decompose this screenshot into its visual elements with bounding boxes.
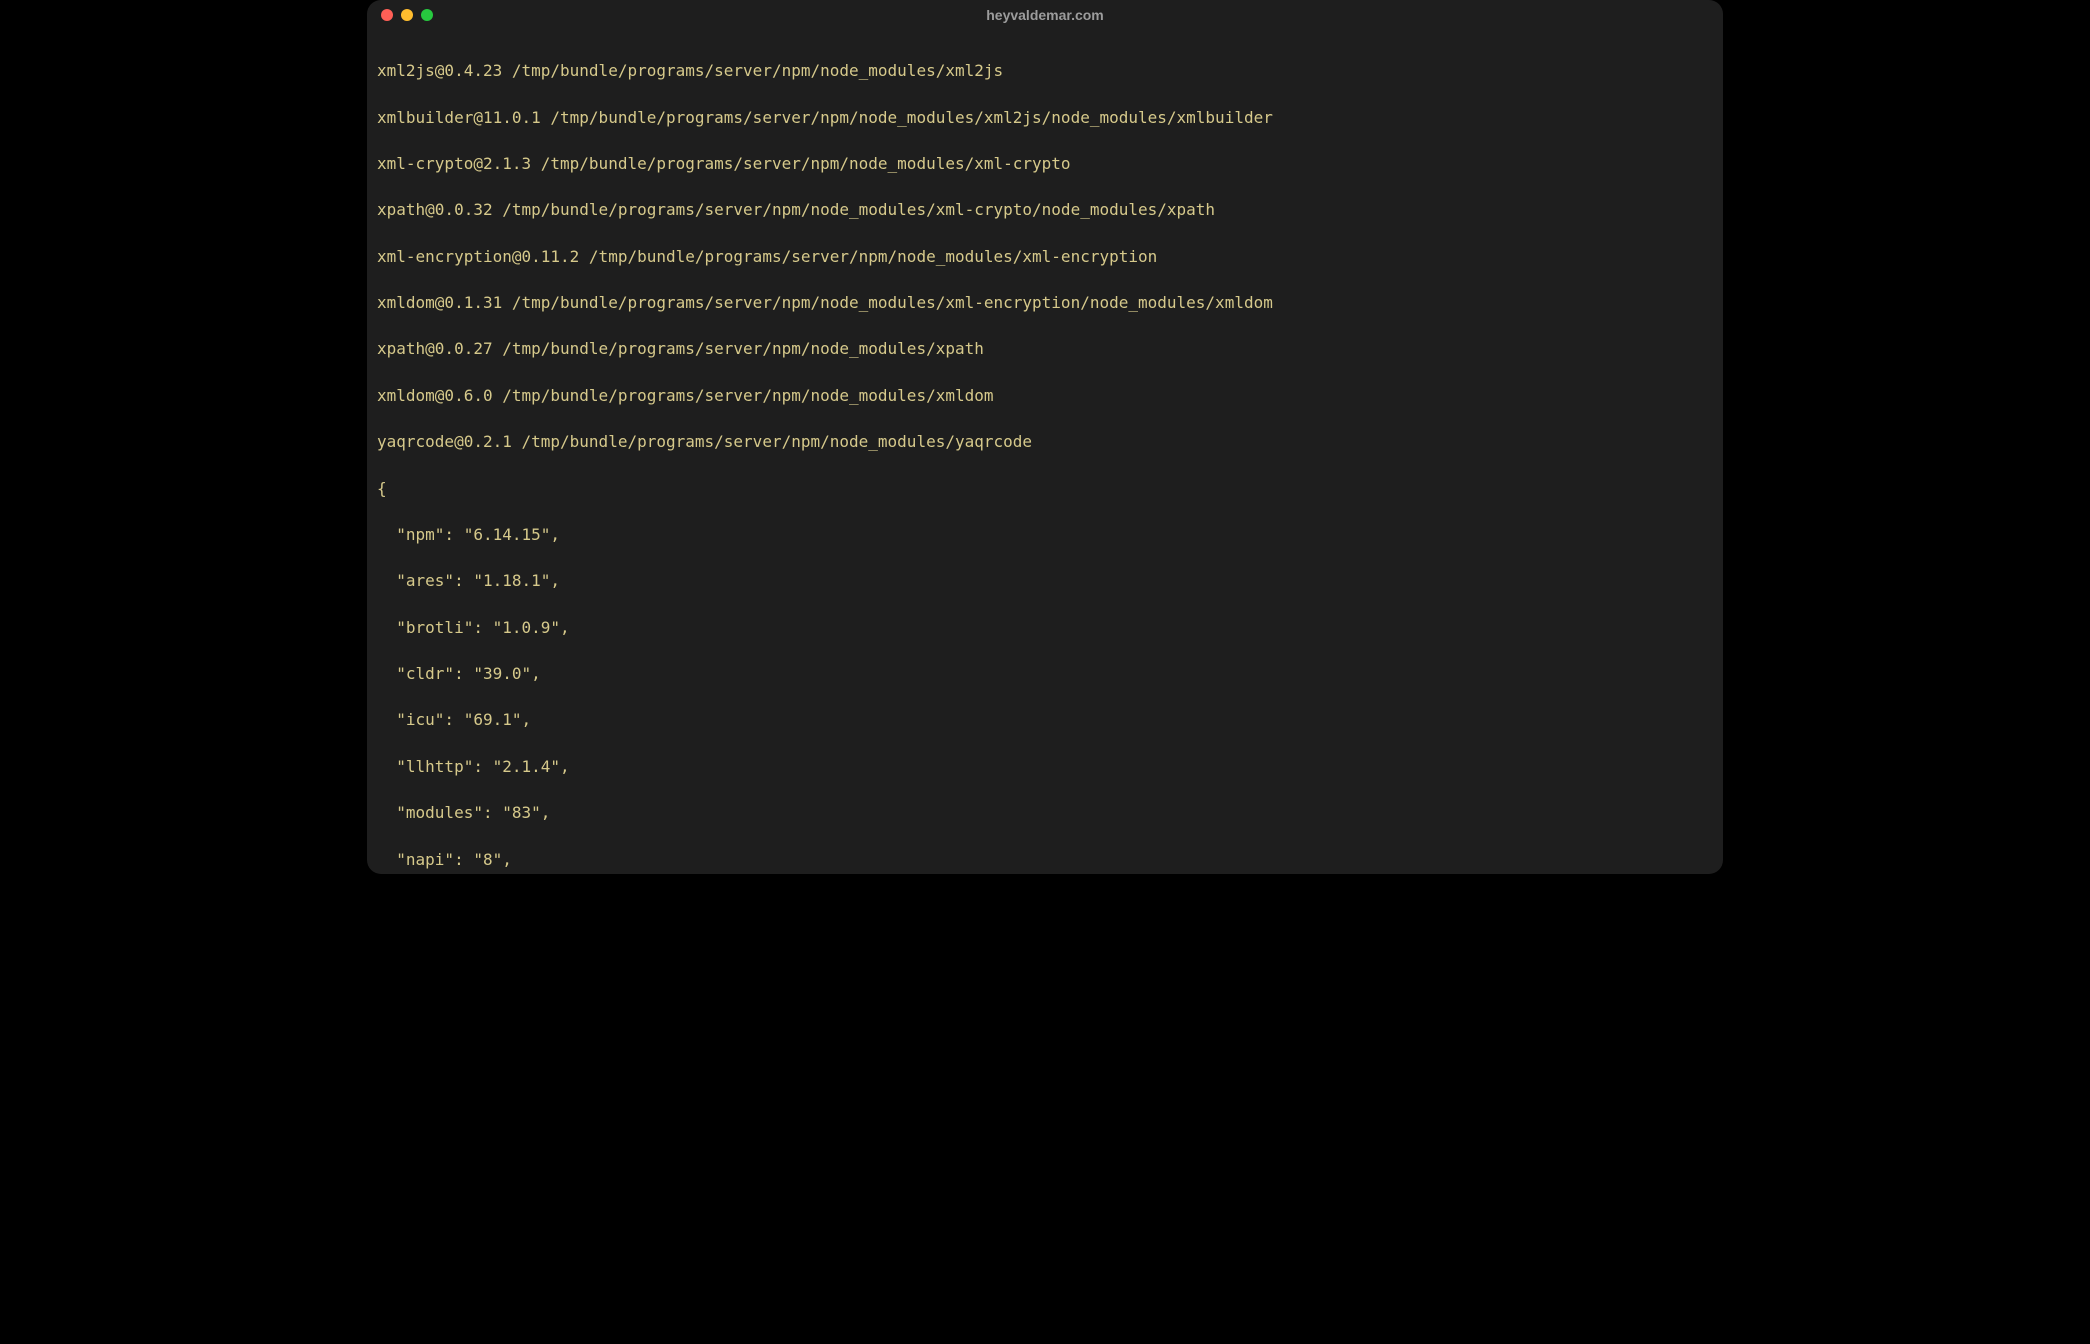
output-line: "npm": "6.14.15", [377, 523, 1713, 546]
output-line: "icu": "69.1", [377, 708, 1713, 731]
terminal-window: heyvaldemar.com xml2js@0.4.23 /tmp/bundl… [367, 0, 1723, 874]
output-line: yaqrcode@0.2.1 /tmp/bundle/programs/serv… [377, 430, 1713, 453]
minimize-icon[interactable] [401, 9, 413, 21]
window-controls [381, 9, 433, 21]
window-title: heyvaldemar.com [367, 5, 1723, 25]
output-line: xml-crypto@2.1.3 /tmp/bundle/programs/se… [377, 152, 1713, 175]
output-line: "ares": "1.18.1", [377, 569, 1713, 592]
output-line: "napi": "8", [377, 848, 1713, 871]
terminal-body[interactable]: xml2js@0.4.23 /tmp/bundle/programs/serve… [367, 30, 1723, 874]
titlebar: heyvaldemar.com [367, 0, 1723, 30]
output-line: "modules": "83", [377, 801, 1713, 824]
maximize-icon[interactable] [421, 9, 433, 21]
output-line: "cldr": "39.0", [377, 662, 1713, 685]
output-line: xmlbuilder@11.0.1 /tmp/bundle/programs/s… [377, 106, 1713, 129]
output-line: xpath@0.0.32 /tmp/bundle/programs/server… [377, 198, 1713, 221]
output-line: "llhttp": "2.1.4", [377, 755, 1713, 778]
output-line: xml2js@0.4.23 /tmp/bundle/programs/serve… [377, 59, 1713, 82]
close-icon[interactable] [381, 9, 393, 21]
output-line: xmldom@0.6.0 /tmp/bundle/programs/server… [377, 384, 1713, 407]
output-line: xmldom@0.1.31 /tmp/bundle/programs/serve… [377, 291, 1713, 314]
output-line: "brotli": "1.0.9", [377, 616, 1713, 639]
output-line: xml-encryption@0.11.2 /tmp/bundle/progra… [377, 245, 1713, 268]
output-line: { [377, 477, 1713, 500]
output-line: xpath@0.0.27 /tmp/bundle/programs/server… [377, 337, 1713, 360]
